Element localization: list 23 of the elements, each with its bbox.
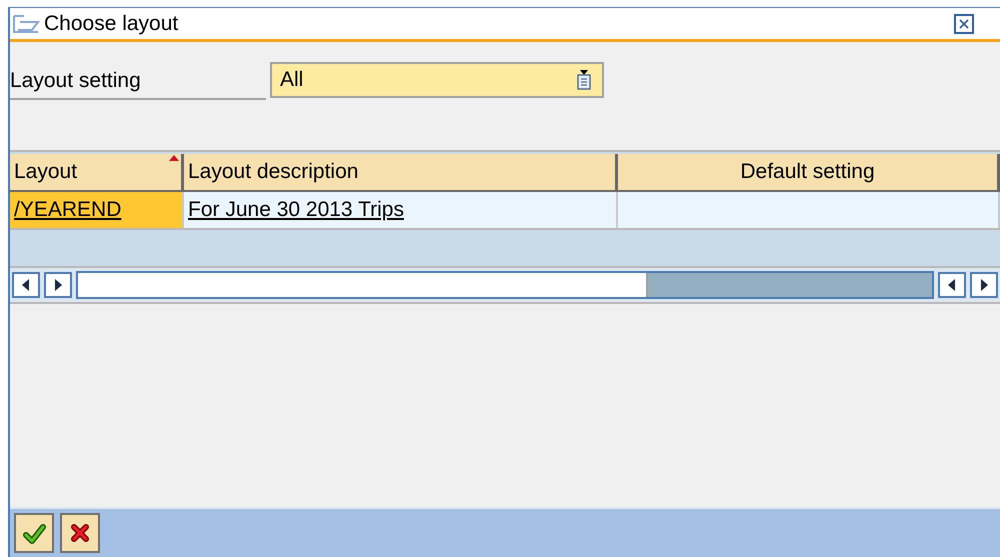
- close-icon: [959, 18, 969, 28]
- left-arrow-icon: [948, 279, 956, 291]
- scrollbar-thumb[interactable]: [646, 273, 932, 297]
- scroll-right-button[interactable]: [970, 272, 998, 298]
- right-arrow-icon: [54, 279, 62, 291]
- sort-indicator-icon: [169, 155, 179, 161]
- list-icon[interactable]: [576, 69, 592, 91]
- cancel-button[interactable]: [60, 513, 100, 553]
- description-link[interactable]: For June 30 2013 Trips: [188, 194, 404, 226]
- close-icon: [68, 521, 92, 545]
- close-button[interactable]: [954, 14, 974, 34]
- scroll-left-button[interactable]: [938, 272, 966, 298]
- scrollbar-track[interactable]: [76, 271, 934, 299]
- confirm-button[interactable]: [14, 513, 54, 553]
- window-title: Choose layout: [44, 10, 178, 37]
- check-icon: [22, 521, 46, 545]
- field-label: Layout setting: [10, 64, 266, 100]
- right-arrow-icon: [980, 279, 988, 291]
- layout-setting-dropdown[interactable]: All: [270, 62, 604, 98]
- scroll-right-button[interactable]: [44, 272, 72, 298]
- left-arrow-icon: [22, 279, 30, 291]
- dialog-icon: [12, 14, 40, 34]
- scroll-left-button[interactable]: [12, 272, 40, 298]
